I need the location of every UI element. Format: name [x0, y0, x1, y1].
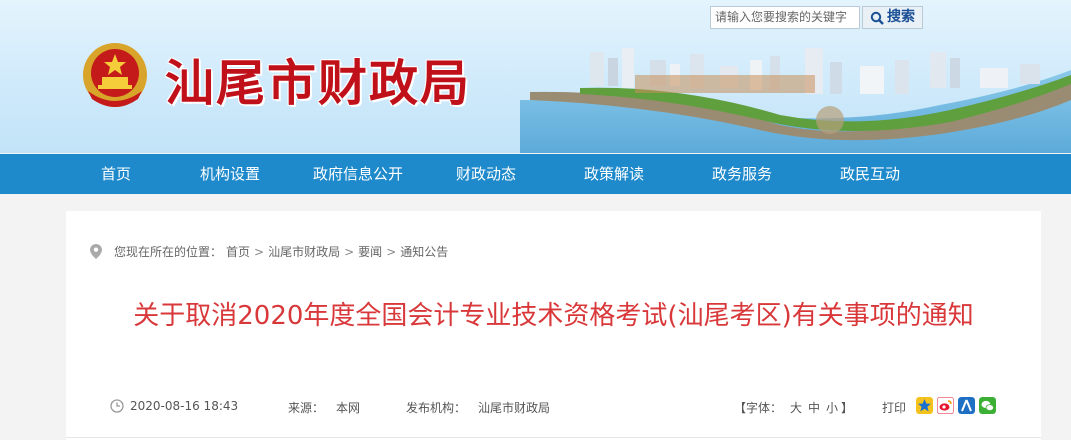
breadcrumb-prefix: 您现在所在的位置： [114, 245, 223, 259]
search-input[interactable]: 请输入您要搜索的关键字 [710, 6, 860, 29]
nav-item-home[interactable]: 首页 [100, 154, 132, 194]
article-meta: 2020-08-16 18:43 来源： 本网 发布机构： 汕尾市财政局 【字体… [110, 397, 1010, 417]
publisher-label: 发布机构： [406, 401, 467, 415]
breadcrumb-separator: > [254, 244, 265, 259]
breadcrumb-separator: > [386, 244, 397, 259]
nav-item-gov-info[interactable]: 政府信息公开 [310, 154, 406, 194]
site-title: 汕尾市财政局 [165, 55, 472, 112]
print-button[interactable]: 打印 [882, 399, 906, 416]
search-button-label: 搜索 [887, 9, 915, 25]
main-nav: 首页 机构设置 政府信息公开 财政动态 政策解读 政务服务 政民互动 [0, 154, 1071, 194]
breadcrumb: 您现在所在的位置： 首页 > 汕尾市财政局 > 要闻 > 通知公告 [90, 243, 448, 260]
nav-item-finance-news[interactable]: 财政动态 [454, 154, 518, 194]
search-icon [870, 11, 884, 25]
qzone-icon[interactable] [916, 397, 933, 414]
breadcrumb-news[interactable]: 要闻 [358, 243, 382, 260]
wechat-icon[interactable] [979, 397, 996, 414]
clock-icon [110, 399, 124, 413]
source-label: 来源： [288, 401, 325, 415]
publish-date: 2020-08-16 18:43 [130, 399, 239, 413]
font-size-medium-button[interactable]: 中 [808, 399, 820, 416]
article-title: 关于取消2020年度全国会计专业技术资格考试(汕尾考区)有关事项的通知 [133, 301, 974, 331]
source-value: 本网 [336, 401, 361, 415]
breadcrumb-bureau[interactable]: 汕尾市财政局 [268, 243, 340, 260]
font-size-large-button[interactable]: 大 [790, 399, 802, 416]
breadcrumb-separator: > [344, 244, 355, 259]
font-size-label: 【字体： [734, 401, 783, 415]
location-pin-icon [90, 244, 102, 259]
nav-item-services[interactable]: 政务服务 [710, 154, 774, 194]
font-size-small-button[interactable]: 小 [826, 399, 838, 416]
breadcrumb-home[interactable]: 首页 [226, 243, 250, 260]
weibo-icon[interactable] [937, 397, 954, 414]
publisher-value: 汕尾市财政局 [478, 401, 551, 415]
header-banner: 汕尾市财政局 请输入您要搜索的关键字 搜索 [0, 0, 1071, 153]
renren-icon[interactable] [958, 397, 975, 414]
font-size-close: 】 [841, 401, 854, 415]
nav-item-policy[interactable]: 政策解读 [582, 154, 646, 194]
breadcrumb-notices[interactable]: 通知公告 [400, 243, 448, 260]
national-emblem-icon [83, 43, 147, 107]
article-panel: 您现在所在的位置： 首页 > 汕尾市财政局 > 要闻 > 通知公告 关于取消20… [66, 211, 1041, 440]
search-button[interactable]: 搜索 [862, 6, 923, 29]
nav-item-org[interactable]: 机构设置 [198, 154, 262, 194]
nav-item-interaction[interactable]: 政民互动 [838, 154, 902, 194]
city-skyline-image [520, 48, 1071, 153]
divider [66, 437, 1041, 438]
